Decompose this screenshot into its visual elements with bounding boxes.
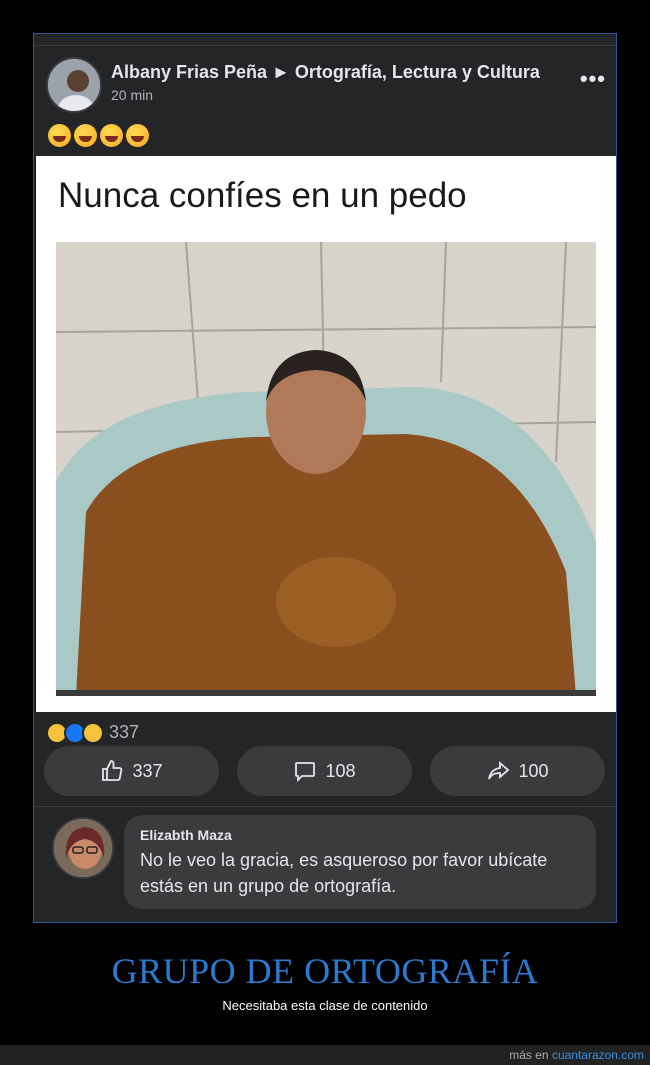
commenter-name[interactable]: Elizabth Maza (140, 827, 580, 843)
comments-section: Elizabth Maza No le veo la gracia, es as… (34, 806, 616, 922)
author-avatar[interactable] (46, 57, 102, 113)
post-time[interactable]: 20 min (111, 87, 153, 103)
more-dots-icon[interactable]: ••• (580, 66, 606, 92)
rofl-emoji-icon (100, 124, 123, 147)
post-image[interactable]: Nunca confíes en un pedo (36, 156, 616, 712)
site-footer: más en cuantarazon.com (0, 1045, 650, 1065)
bathtub-photo (56, 242, 596, 696)
actions-bar: 337 108 100 (34, 746, 616, 806)
footer-link[interactable]: cuantarazon.com (552, 1048, 644, 1062)
comment-button[interactable]: 108 (237, 746, 412, 796)
share-count: 100 (518, 760, 549, 781)
comment-bubble: Elizabth Maza No le veo la gracia, es as… (124, 815, 596, 909)
post-text-emojis (48, 124, 149, 147)
top-bar (34, 34, 616, 46)
like-count: 337 (132, 760, 163, 781)
comment-text: No le veo la gracia, es asqueroso por fa… (140, 850, 548, 896)
share-icon (488, 761, 510, 780)
comment-icon (295, 762, 316, 783)
footer-text: más en cuantarazon.com (509, 1048, 644, 1062)
like-button[interactable]: 337 (44, 746, 219, 796)
reaction-count[interactable]: 337 (109, 722, 139, 743)
thumbs-up-icon (102, 760, 123, 781)
commenter-avatar[interactable] (52, 817, 114, 879)
footer-prefix: más en (509, 1048, 552, 1062)
reaction-icons (46, 722, 104, 744)
post-header: Albany Frias Peña ► Ortografía, Lectura … (34, 46, 616, 156)
avatar-image (48, 59, 100, 111)
commenter-avatar-image (54, 819, 112, 877)
rofl-emoji-icon (126, 124, 149, 147)
comment-count: 108 (325, 760, 356, 781)
page-subtitle: Necesitaba esta clase de contenido (222, 998, 428, 1013)
meme-caption: Nunca confíes en un pedo (58, 176, 467, 215)
page-title: GRUPO DE ORTOGRAFÍA (111, 951, 539, 991)
rofl-emoji-icon (74, 124, 97, 147)
share-button[interactable]: 100 (430, 746, 605, 796)
rofl-emoji-icon (48, 124, 71, 147)
post-frame: Albany Frias Peña ► Ortografía, Lectura … (33, 33, 617, 923)
author-name[interactable]: Albany Frias Peña ► Ortografía, Lectura … (111, 62, 540, 83)
wow-reaction-icon (82, 722, 104, 744)
